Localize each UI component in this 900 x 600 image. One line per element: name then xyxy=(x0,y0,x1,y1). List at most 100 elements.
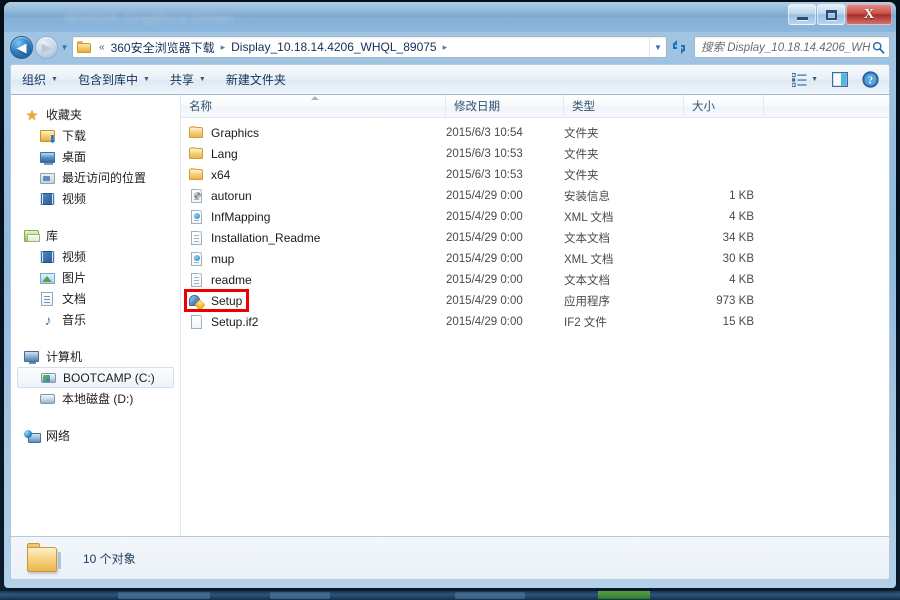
table-row[interactable]: Graphics 2015/6/3 10:54 文件夹 xyxy=(181,122,889,143)
file-date-cell: 2015/6/3 10:54 xyxy=(446,126,523,139)
file-date-cell: 2015/6/3 10:53 xyxy=(446,147,523,160)
file-date-cell: 2015/4/29 0:00 xyxy=(446,231,523,244)
sidebar-item-videos-fav[interactable]: 视频 xyxy=(11,188,180,209)
file-type-cell: 文件夹 xyxy=(564,148,599,161)
sidebar-item-local-disk-d[interactable]: 本地磁盘 (D:) xyxy=(11,388,180,409)
sidebar-label: 计算机 xyxy=(46,350,83,364)
breadcrumb: « 360安全浏览器下载 ▸ Display_10.18.14.4206_WHQ… xyxy=(73,37,649,57)
desktop-icon xyxy=(40,149,56,165)
sort-ascending-icon xyxy=(311,96,319,100)
sidebar-item-desktop[interactable]: 桌面 xyxy=(11,146,180,167)
sidebar-header-libraries[interactable]: 库 xyxy=(11,225,180,246)
address-dropdown-button[interactable]: ▼ xyxy=(649,37,666,57)
close-button[interactable]: X xyxy=(846,4,892,25)
taskbar-item[interactable] xyxy=(455,592,525,599)
folder-icon xyxy=(189,125,205,141)
table-row[interactable]: Setup.if2 2015/4/29 0:00 IF2 文件 15 KB xyxy=(181,311,889,332)
column-header-type[interactable]: 类型 xyxy=(564,95,684,117)
sidebar-label: BOOTCAMP (C:) xyxy=(63,370,155,385)
search-placeholder: 搜索 Display_10.18.14.4206_WHQL... xyxy=(701,42,870,54)
forward-button[interactable]: ▶ xyxy=(35,35,58,59)
column-header-name[interactable]: 名称 xyxy=(181,95,446,117)
table-row[interactable]: InfMapping 2015/4/29 0:00 XML 文档 4 KB xyxy=(181,206,889,227)
minimize-icon xyxy=(796,16,808,20)
sidebar-item-music[interactable]: ♪ 音乐 xyxy=(11,309,180,330)
refresh-icon xyxy=(673,40,685,54)
preview-pane-icon xyxy=(832,72,848,87)
application-icon xyxy=(189,293,206,309)
nav-group-computer: 计算机 BOOTCAMP (C:) 本地磁盘 (D:) xyxy=(11,346,180,409)
breadcrumb-overflow-icon[interactable]: « xyxy=(95,42,109,53)
file-type-cell: 文件夹 xyxy=(564,127,599,140)
sidebar-header-network[interactable]: 网络 xyxy=(11,425,180,446)
column-header-size[interactable]: 大小 xyxy=(684,95,764,117)
file-size-cell: 973 KB xyxy=(716,294,754,307)
taskbar-item-active[interactable] xyxy=(598,591,650,599)
sidebar-header-favorites[interactable]: ★ 收藏夹 xyxy=(11,104,180,125)
breadcrumb-item-1[interactable]: Display_10.18.14.4206_WHQL_89075 xyxy=(229,38,438,56)
window-title-ghost: NVIDIA Graphics Driver xyxy=(66,10,235,27)
file-type-cell: IF2 文件 xyxy=(564,316,607,329)
file-size-cell: 1 KB xyxy=(729,189,754,202)
file-size-cell: 15 KB xyxy=(722,315,754,328)
drive-icon xyxy=(40,391,56,407)
file-list[interactable]: Graphics 2015/6/3 10:54 文件夹 Lang 2015/6/3 10… xyxy=(181,118,889,544)
show-preview-pane-button[interactable] xyxy=(826,68,854,91)
column-header-row: 名称 修改日期 类型 大小 xyxy=(181,95,889,118)
share-button[interactable]: 共享 ▼ xyxy=(161,68,215,91)
title-bar[interactable]: NVIDIA Graphics Driver X xyxy=(4,2,896,32)
computer-icon xyxy=(24,349,40,365)
file-name-label: Installation_Readme xyxy=(211,230,321,245)
item-count-label: 10 个对象 xyxy=(83,551,136,566)
column-label: 名称 xyxy=(189,101,212,113)
refresh-button[interactable] xyxy=(668,36,690,58)
file-name-label: Setup.if2 xyxy=(211,314,259,329)
table-row[interactable]: mup 2015/4/29 0:00 XML 文档 30 KB xyxy=(181,248,889,269)
help-button[interactable]: ? xyxy=(856,68,885,91)
table-row[interactable]: Installation_Readme 2015/4/29 0:00 文本文档 34 … xyxy=(181,227,889,248)
organize-button[interactable]: 组织 ▼ xyxy=(13,68,67,91)
folder-icon xyxy=(77,40,92,54)
sidebar-item-documents[interactable]: 文档 xyxy=(11,288,180,309)
recent-places-icon xyxy=(40,170,56,186)
include-in-library-button[interactable]: 包含到库中 ▼ xyxy=(69,68,159,91)
breadcrumb-item-0[interactable]: 360安全浏览器下载 xyxy=(109,37,217,57)
navigation-pane[interactable]: ★ 收藏夹 ⬇ 下载 桌面 最近访问的位置 视频 库 视频 图片 文档 ♪ 音乐… xyxy=(11,95,181,544)
sidebar-header-computer[interactable]: 计算机 xyxy=(11,346,180,367)
table-row[interactable]: autorun 2015/4/29 0:00 安装信息 1 KB xyxy=(181,185,889,206)
sidebar-label: 音乐 xyxy=(62,313,87,327)
search-input[interactable]: 搜索 Display_10.18.14.4206_WHQL... xyxy=(694,36,890,58)
address-bar[interactable]: « 360安全浏览器下载 ▸ Display_10.18.14.4206_WHQ… xyxy=(72,36,667,58)
sidebar-item-bootcamp-c[interactable]: BOOTCAMP (C:) xyxy=(17,367,174,388)
sidebar-item-downloads[interactable]: ⬇ 下载 xyxy=(11,125,180,146)
table-row[interactable]: Lang 2015/6/3 10:53 文件夹 xyxy=(181,143,889,164)
taskbar-item[interactable] xyxy=(118,592,210,599)
new-folder-label: 新建文件夹 xyxy=(225,73,286,87)
column-header-date-modified[interactable]: 修改日期 xyxy=(446,95,564,117)
maximize-button[interactable] xyxy=(817,4,845,25)
minimize-button[interactable] xyxy=(788,4,816,25)
taskbar[interactable] xyxy=(0,591,900,600)
change-view-button[interactable]: ▼ xyxy=(786,68,824,91)
search-icon[interactable] xyxy=(870,41,886,54)
table-row[interactable]: readme 2015/4/29 0:00 文本文档 4 KB xyxy=(181,269,889,290)
sidebar-item-pictures[interactable]: 图片 xyxy=(11,267,180,288)
table-row[interactable]: Setup 2015/4/29 0:00 应用程序 973 KB xyxy=(181,290,889,311)
folder-icon xyxy=(189,167,205,183)
recent-pages-button[interactable]: ▼ xyxy=(58,36,71,58)
taskbar-item[interactable] xyxy=(270,592,330,599)
text-document-icon xyxy=(189,272,205,288)
file-name-cell: Graphics xyxy=(181,125,446,141)
file-name-cell: Setup xyxy=(181,293,446,309)
sidebar-item-videos[interactable]: 视频 xyxy=(11,246,180,267)
folder-icon xyxy=(189,146,205,162)
new-folder-button[interactable]: 新建文件夹 xyxy=(217,68,295,91)
sidebar-item-recent-places[interactable]: 最近访问的位置 xyxy=(11,167,180,188)
file-name-cell: Lang xyxy=(181,146,446,162)
back-button[interactable]: ◀ xyxy=(10,35,33,59)
breadcrumb-separator-icon[interactable]: ▸ xyxy=(439,42,452,53)
nav-group-libraries: 库 视频 图片 文档 ♪ 音乐 xyxy=(11,225,180,330)
table-row[interactable]: x64 2015/6/3 10:53 文件夹 xyxy=(181,164,889,185)
file-name-label: readme xyxy=(211,272,252,287)
